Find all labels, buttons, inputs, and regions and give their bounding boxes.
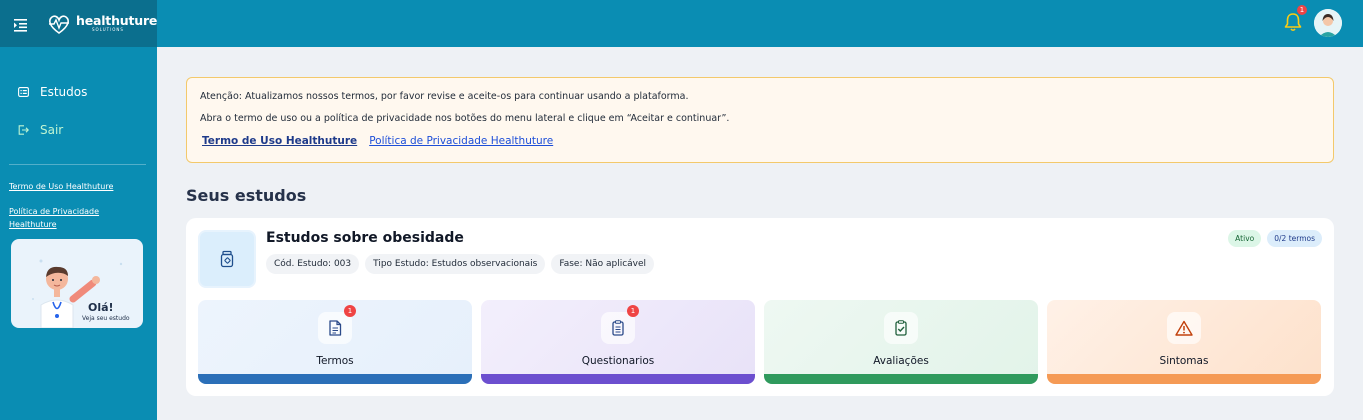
study-meta: Cód. Estudo: 003 Tipo Estudo: Estudos ob… [266, 254, 655, 274]
privacy-link[interactable]: Política de Privacidade Healthuture [9, 205, 148, 231]
terms-link[interactable]: Termo de Uso Healthuture [9, 180, 148, 193]
sidebar-item-label: Estudos [40, 85, 88, 99]
tile-avaliacoes[interactable]: Avaliações [764, 300, 1038, 384]
menu-collapse-icon[interactable] [14, 17, 30, 32]
alert-privacy-link[interactable]: Política de Privacidade Healthuture [369, 135, 553, 147]
tile-termos[interactable]: 1 Termos [198, 300, 472, 384]
tile-questionarios[interactable]: 1 Questionarios [481, 300, 755, 384]
alert-links: Termo de Uso Healthuture Política de Pri… [202, 135, 1333, 147]
topbar: 1 [157, 0, 1363, 47]
warning-icon [1167, 312, 1201, 344]
alert-terms-link[interactable]: Termo de Uso Healthuture [202, 135, 357, 147]
tile-label: Termos [316, 355, 354, 367]
study-code-chip: Cód. Estudo: 003 [266, 254, 360, 274]
user-avatar-icon [1314, 9, 1342, 37]
tile-label: Sintomas [1159, 355, 1209, 367]
document-icon [318, 312, 352, 344]
sidebar-item-estudos[interactable]: Estudos [0, 73, 157, 111]
heart-logo-icon [49, 14, 69, 34]
sidebar-links: Termo de Uso Healthuture Política de Pri… [0, 165, 157, 231]
tile-accent-bar [198, 374, 472, 384]
hello-title: Olá! [88, 301, 114, 314]
study-icon-box [198, 230, 256, 288]
brand-sub: SOLUTIONS [92, 27, 124, 33]
study-name: Estudos sobre obesidade [266, 230, 464, 246]
sidebar-nav: Estudos Sair [0, 47, 157, 149]
clipboard-check-icon [884, 312, 918, 344]
tile-accent-bar [1047, 374, 1321, 384]
study-actions: 1 Termos 1 Questionarios Avaliações Sint… [198, 300, 1321, 384]
tile-accent-bar [764, 374, 1038, 384]
list-icon [18, 87, 29, 97]
alert-message: Atenção: Atualizamos nossos termos, por … [200, 91, 689, 102]
terms-count-badge: 0/2 termos [1267, 230, 1322, 247]
page-title: Seus estudos [186, 186, 307, 205]
tile-accent-bar [481, 374, 755, 384]
hello-subtitle: Veja seu estudo [82, 315, 130, 322]
terms-alert: Atenção: Atualizamos nossos termos, por … [186, 77, 1334, 163]
brand-name: healthuture [76, 12, 158, 28]
medicine-bottle-icon [220, 250, 234, 268]
sidebar-header: healthuture SOLUTIONS [0, 0, 157, 47]
study-phase-chip: Fase: Não aplicável [551, 254, 655, 274]
avatar[interactable] [1314, 9, 1342, 37]
sidebar-item-sair[interactable]: Sair [0, 111, 157, 149]
study-card: Estudos sobre obesidade Cód. Estudo: 003… [186, 218, 1334, 396]
tile-sintomas[interactable]: Sintomas [1047, 300, 1321, 384]
tile-label: Questionarios [581, 355, 655, 367]
status-badge: Ativo [1228, 230, 1262, 247]
brand-logo[interactable]: healthuture SOLUTIONS [46, 12, 157, 36]
alert-instructions: Abra o termo de uso ou a política de pri… [200, 113, 730, 124]
hello-card: Olá! Veja seu estudo [11, 239, 143, 328]
study-badges: Ativo 0/2 termos [1228, 230, 1322, 247]
tile-badge: 1 [627, 305, 639, 317]
clipboard-list-icon [601, 312, 635, 344]
tile-badge: 1 [344, 305, 356, 317]
notification-badge: 1 [1297, 5, 1307, 15]
sidebar-item-label: Sair [40, 123, 64, 137]
sidebar: healthuture SOLUTIONS Estudos Sair Termo… [0, 0, 157, 420]
logout-icon [18, 125, 29, 135]
study-type-chip: Tipo Estudo: Estudos observacionais [365, 254, 546, 274]
tile-label: Avaliações [873, 355, 929, 367]
